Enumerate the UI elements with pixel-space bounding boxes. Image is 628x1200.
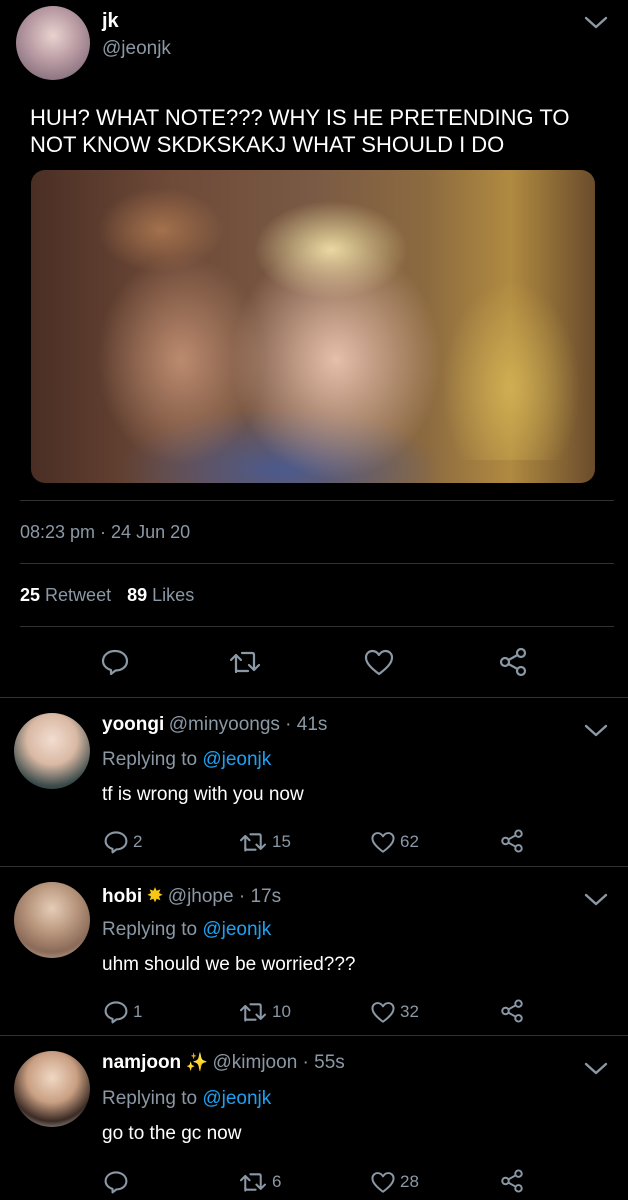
reply-text: tf is wrong with you now: [102, 784, 304, 805]
reply-icon: [103, 999, 129, 1025]
tweet-text-line: NOT KNOW SKDKSKAKJ WHAT SHOULD I DO: [30, 132, 505, 157]
reply-avatar[interactable]: [14, 1051, 90, 1127]
retweet-button[interactable]: 6: [238, 1170, 281, 1194]
divider: [20, 500, 614, 501]
share-icon: [499, 1168, 525, 1194]
replying-to-handle[interactable]: @jeonjk: [202, 919, 271, 940]
reply-display-name[interactable]: yoongi: [102, 714, 164, 735]
like-button[interactable]: 28: [370, 1170, 419, 1194]
reply-avatar[interactable]: [14, 713, 90, 789]
reply-button[interactable]: 1: [103, 999, 142, 1025]
share-icon: [499, 998, 525, 1024]
heart-icon: [370, 1000, 396, 1024]
heart-icon: [370, 830, 396, 854]
reply-button[interactable]: [103, 1169, 133, 1195]
share-button[interactable]: [499, 1168, 525, 1194]
reply-icon: [100, 647, 130, 677]
reply-tweet[interactable]: yoongi @minyoongs · 41s Replying to @jeo…: [0, 698, 628, 866]
chevron-down-icon[interactable]: [583, 1060, 609, 1078]
replying-to: Replying to @jeonjk: [102, 749, 271, 771]
sparkle-badge-icon: ✸: [146, 885, 164, 907]
likes-count[interactable]: 89: [127, 585, 147, 605]
chevron-down-icon[interactable]: [583, 722, 609, 740]
chevron-down-icon[interactable]: [583, 14, 609, 32]
reply-display-name[interactable]: hobi: [102, 886, 142, 907]
share-button[interactable]: [499, 828, 525, 854]
retweet-button[interactable]: 10: [238, 1000, 291, 1024]
retweet-icon: [238, 830, 268, 854]
reply-icon: [103, 829, 129, 855]
author-avatar[interactable]: [16, 6, 90, 80]
sparkles-badge-icon: ✨: [185, 1052, 209, 1072]
heart-icon: [363, 648, 395, 676]
replying-to-label: Replying to: [102, 919, 198, 940]
replying-to-handle[interactable]: @jeonjk: [202, 1088, 271, 1109]
like-count: 32: [400, 1002, 419, 1021]
retweet-button[interactable]: [228, 648, 262, 676]
reply-count: 1: [133, 1002, 143, 1021]
likes-label[interactable]: Likes: [152, 585, 194, 605]
retweet-icon: [228, 648, 262, 676]
replying-to: Replying to @jeonjk: [102, 1088, 271, 1110]
reply-text: go to the gc now: [102, 1123, 242, 1144]
reply-button[interactable]: 2: [103, 829, 142, 855]
chevron-down-icon[interactable]: [583, 891, 609, 909]
share-button[interactable]: [499, 998, 525, 1024]
reply-handle-time[interactable]: @jhope · 17s: [168, 886, 281, 907]
like-button[interactable]: 62: [370, 830, 419, 854]
divider: [20, 626, 614, 627]
image-blur-highlight: [441, 280, 581, 460]
reply-avatar[interactable]: [14, 882, 90, 958]
reply-display-name[interactable]: namjoon: [102, 1052, 181, 1073]
like-count: 28: [400, 1172, 419, 1191]
tweet-text: HUH? WHAT NOTE??? WHY IS HE PRETENDING T…: [30, 104, 570, 158]
like-button[interactable]: [363, 648, 395, 676]
share-icon: [497, 646, 529, 678]
like-button[interactable]: 32: [370, 1000, 419, 1024]
share-button[interactable]: [497, 646, 529, 678]
retweet-icon: [238, 1000, 268, 1024]
reply-handle-time[interactable]: @minyoongs · 41s: [169, 714, 328, 735]
author-handle[interactable]: @jeonjk: [102, 38, 171, 60]
reply-tweet[interactable]: namjoon ✨ @kimjoon · 55s Replying to @je…: [0, 1036, 628, 1200]
heart-icon: [370, 1170, 396, 1194]
reply-icon: [103, 1169, 129, 1195]
reply-handle-time[interactable]: @kimjoon · 55s: [213, 1052, 345, 1073]
retweet-label[interactable]: Retweet: [45, 585, 111, 605]
reply-button[interactable]: [100, 647, 130, 677]
like-count: 62: [400, 832, 419, 851]
reply-tweet[interactable]: hobi ✸ @jhope · 17s Replying to @jeonjk …: [0, 867, 628, 1035]
retweet-icon: [238, 1170, 268, 1194]
share-icon: [499, 828, 525, 854]
engagement-stats: 25 Retweet 89 Likes: [20, 585, 194, 606]
divider: [20, 563, 614, 564]
author-display-name[interactable]: jk: [102, 10, 119, 33]
tweet-media-image[interactable]: [31, 170, 595, 483]
reply-text: uhm should we be worried???: [102, 954, 356, 975]
reply-count: 2: [133, 832, 143, 851]
replying-to-handle[interactable]: @jeonjk: [202, 749, 271, 770]
retweet-count[interactable]: 25: [20, 585, 40, 605]
retweet-button[interactable]: 15: [238, 830, 291, 854]
retweet-count: 10: [272, 1002, 291, 1021]
retweet-count: 15: [272, 832, 291, 851]
replying-to-label: Replying to: [102, 749, 198, 770]
replying-to-label: Replying to: [102, 1088, 198, 1109]
retweet-count: 6: [272, 1172, 282, 1191]
tweet-timestamp[interactable]: 08:23 pm · 24 Jun 20: [20, 522, 190, 543]
tweet-text-line: HUH? WHAT NOTE??? WHY IS HE PRETENDING T…: [30, 105, 570, 130]
replying-to: Replying to @jeonjk: [102, 919, 271, 941]
